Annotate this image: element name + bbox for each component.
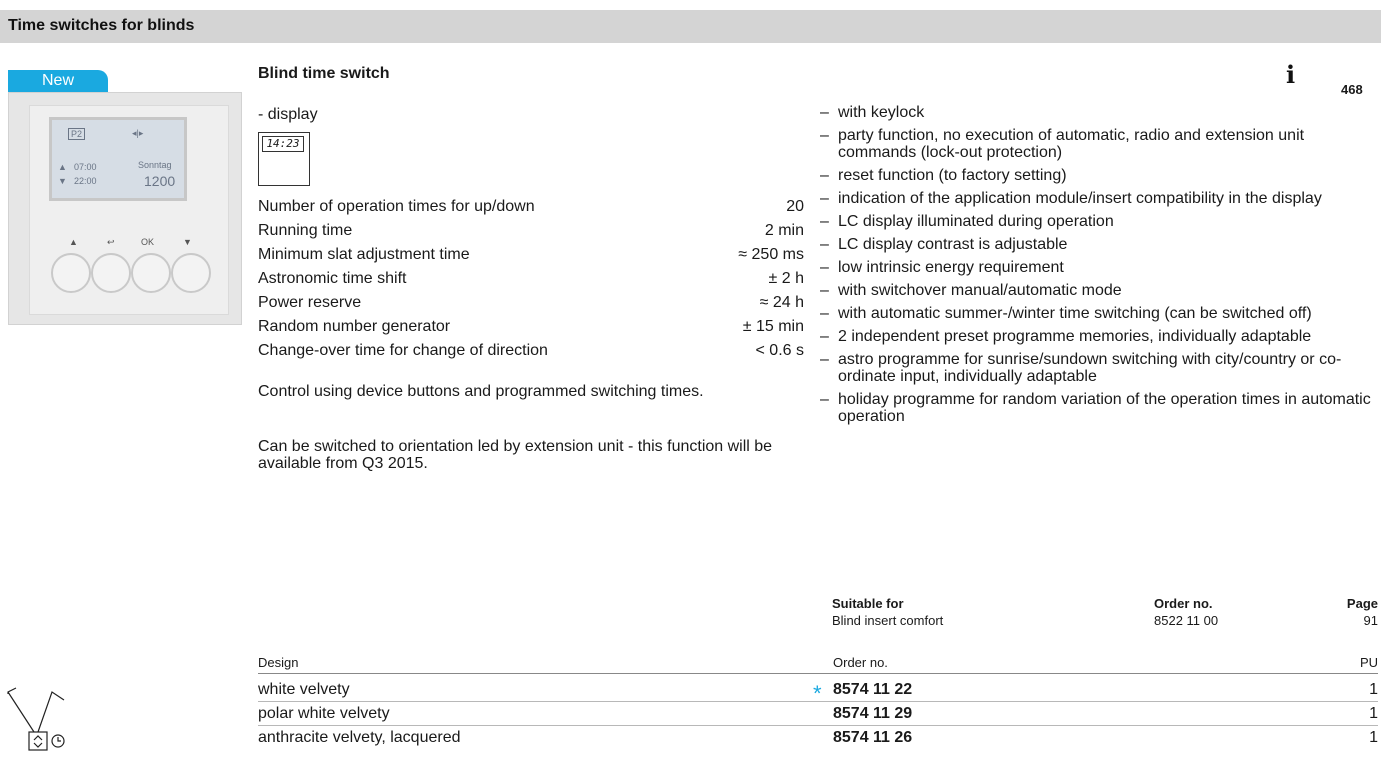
packing-unit: 1 [1369, 681, 1378, 698]
device-ok-button [131, 253, 171, 293]
page-reference[interactable]: 468 [1341, 82, 1363, 97]
pu-header: PU [1359, 655, 1378, 670]
section-header: Time switches for blinds [0, 10, 1381, 43]
screen-up-arrow-icon: ▲ [58, 162, 67, 172]
order-no-header: Order no. [833, 655, 888, 670]
spec-row: Power reserve ≈ 24 h [258, 294, 804, 318]
packing-unit: 1 [1369, 729, 1378, 746]
lcd-time: 14:23 [262, 136, 304, 152]
spec-label: Astronomic time shift [258, 270, 407, 287]
feature-item: LC display contrast is adjustable [818, 236, 1378, 253]
device-ok-label: OK [141, 237, 155, 247]
spec-label: Running time [258, 222, 353, 239]
spec-value: ≈ 250 ms [738, 246, 804, 263]
spec-value: ± 15 min [742, 318, 804, 335]
feature-item: reset function (to factory setting) [818, 167, 1378, 184]
device-back-button [91, 253, 131, 293]
spec-label: Change-over time for change of direction [258, 342, 548, 359]
spec-row: Running time 2 min [258, 222, 804, 246]
design-table-header: Design Order no. PU [258, 654, 1378, 674]
page-header: Page [1346, 596, 1378, 611]
packing-unit: 1 [1369, 705, 1378, 722]
device-screen: P2 ◂|▸ ▲ ▼ 07:00 22:00 Sonntag 1200 [49, 117, 187, 201]
spec-label: Number of operation times for up/down [258, 198, 535, 215]
design-name: white velvety [258, 681, 350, 698]
spec-value: 20 [786, 198, 804, 215]
screen-program-code: P2 [68, 128, 86, 140]
order-number: 8574 11 26 [833, 729, 913, 746]
order-no-header: Order no. [1154, 596, 1213, 611]
spec-value: 2 min [764, 222, 804, 239]
feature-item: with automatic summer-/winter time switc… [818, 305, 1378, 322]
suitable-order-no: 8522 11 00 [1154, 613, 1219, 628]
screen-down-arrow-icon: ▼ [58, 176, 67, 186]
spec-row: Random number generator ± 15 min [258, 318, 804, 342]
suitable-insert-name: Blind insert comfort [832, 613, 944, 628]
device-up-label: ▲ [69, 237, 78, 247]
feature-item: indication of the application module/ins… [818, 190, 1378, 207]
screen-signal-icon: ◂|▸ [132, 128, 144, 138]
feature-item: holiday programme for random variation o… [818, 391, 1378, 425]
table-row: white velvety * 8574 11 22 1 [258, 678, 1378, 706]
spec-label: Power reserve [258, 294, 362, 311]
spec-row: Number of operation times for up/down 20 [258, 198, 804, 222]
device-down-button [171, 253, 211, 293]
blind-timer-symbol-icon [7, 687, 65, 751]
screen-day: Sonntag [138, 160, 172, 170]
feature-list: with keylock party function, no executio… [818, 104, 1378, 431]
feature-item: with keylock [818, 104, 1378, 121]
display-label: - display [258, 106, 318, 123]
feature-item: with switchover manual/automatic mode [818, 282, 1378, 299]
suitable-page[interactable]: 91 [1364, 613, 1378, 628]
description-paragraph: Can be switched to orientation led by ex… [258, 438, 773, 472]
new-badge: New [8, 70, 108, 92]
feature-item: low intrinsic energy requirement [818, 259, 1378, 276]
feature-item: astro programme for sunrise/sundown swit… [818, 351, 1378, 385]
spec-label: Minimum slat adjustment time [258, 246, 470, 263]
screen-time-down: 22:00 [74, 176, 97, 186]
spec-value: ≈ 24 h [759, 294, 804, 311]
table-row: anthracite velvety, lacquered 8574 11 26… [258, 726, 1378, 750]
spec-row: Astronomic time shift ± 2 h [258, 270, 804, 294]
info-icon[interactable]: i [1286, 60, 1295, 89]
device-up-button [51, 253, 91, 293]
description-paragraph: Control using device buttons and program… [258, 383, 704, 400]
order-number: 8574 11 29 [833, 705, 913, 722]
device-image: P2 ◂|▸ ▲ ▼ 07:00 22:00 Sonntag 1200 ▲ ↩ … [8, 92, 242, 325]
section-title: Time switches for blinds [8, 17, 195, 34]
design-name: anthracite velvety, lacquered [258, 729, 461, 746]
screen-time-up: 07:00 [74, 162, 97, 172]
design-header: Design [258, 655, 299, 670]
spec-value: < 0.6 s [755, 342, 804, 359]
device-back-label: ↩ [107, 237, 115, 247]
order-number: 8574 11 22 [833, 681, 913, 698]
spec-row: Minimum slat adjustment time ≈ 250 ms [258, 246, 804, 270]
spec-value: ± 2 h [768, 270, 804, 287]
feature-item: party function, no execution of automati… [818, 127, 1378, 161]
feature-item: 2 independent preset programme memories,… [818, 328, 1378, 345]
product-title: Blind time switch [258, 65, 390, 82]
feature-item: LC display illuminated during operation [818, 213, 1378, 230]
design-name: polar white velvety [258, 705, 390, 722]
table-row: polar white velvety 8574 11 29 1 [258, 702, 1378, 726]
lcd-display-symbol: 14:23 [258, 132, 310, 186]
suitable-for-header: Suitable for [832, 596, 904, 611]
spec-label: Random number generator [258, 318, 451, 335]
screen-clock: 1200 [144, 173, 176, 189]
spec-row: Change-over time for change of direction… [258, 342, 804, 366]
device-down-label: ▼ [183, 237, 192, 247]
